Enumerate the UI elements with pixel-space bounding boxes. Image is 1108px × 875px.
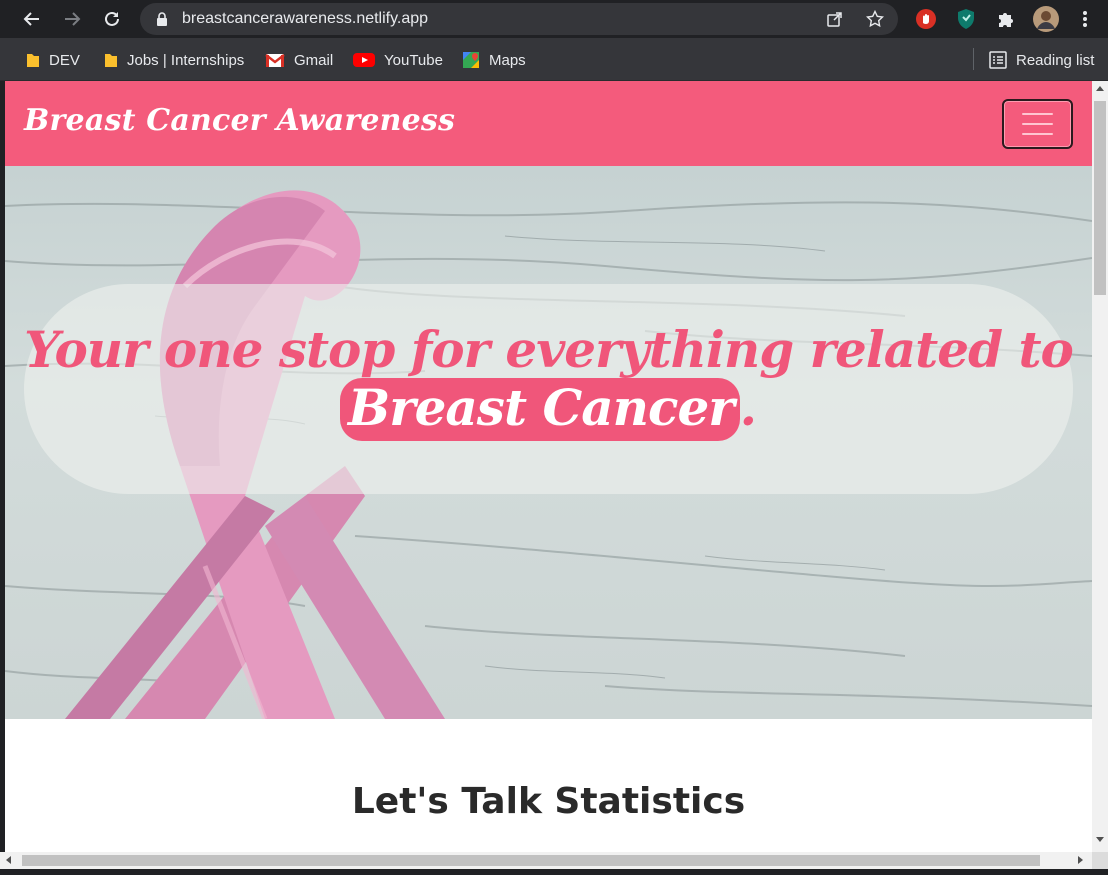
kebab-menu-icon[interactable] (1071, 5, 1099, 33)
star-icon[interactable] (864, 8, 886, 30)
hero-trailing-period: . (739, 378, 758, 437)
scrollbar-corner (1092, 852, 1108, 869)
hamburger-line (1022, 133, 1053, 135)
hero-section: Your one stop for everything related to … (5, 166, 1092, 719)
bookmark-label: YouTube (384, 51, 443, 69)
maps-icon (462, 51, 480, 69)
navbar-toggler-button[interactable] (1002, 99, 1073, 149)
address-bar[interactable]: breastcancerawareness.netlify.app (140, 3, 898, 35)
lock-icon[interactable] (156, 12, 168, 31)
vertical-scroll-thumb[interactable] (1094, 101, 1106, 295)
gmail-icon (265, 53, 285, 68)
horizontal-scroll-thumb[interactable] (22, 855, 1040, 866)
folder-icon (104, 52, 118, 68)
reading-list-label: Reading list (1016, 51, 1095, 69)
share-icon[interactable] (824, 8, 846, 30)
horizontal-scrollbar[interactable] (0, 852, 1092, 869)
url-text[interactable]: breastcancerawareness.netlify.app (182, 10, 428, 28)
back-icon[interactable] (18, 5, 46, 33)
bookmark-youtube[interactable]: YouTube (353, 49, 443, 71)
bookmark-gmail[interactable]: Gmail (265, 49, 333, 71)
window-bottom-edge (0, 869, 1108, 875)
bookmark-label: Gmail (294, 51, 334, 69)
bookmarks-bar: DEV Jobs | Internships Gmail YouTube Map… (0, 38, 1108, 81)
forward-icon[interactable] (58, 5, 86, 33)
bookmark-label: Maps (489, 51, 526, 69)
statistics-heading: Let's Talk Statistics (351, 781, 746, 822)
vertical-scrollbar[interactable] (1092, 81, 1108, 852)
scroll-right-icon[interactable] (1078, 856, 1083, 864)
hamburger-line (1022, 113, 1053, 115)
bookmark-maps[interactable]: Maps (462, 49, 526, 71)
adblock-icon[interactable] (912, 5, 940, 33)
extension-shield-icon[interactable] (952, 5, 980, 33)
reload-icon[interactable] (98, 5, 126, 33)
scroll-left-icon[interactable] (6, 856, 11, 864)
puzzle-icon[interactable] (992, 5, 1020, 33)
bookmark-dev[interactable]: DEV (26, 49, 80, 71)
hero-headline: Your one stop for everything related to (24, 320, 1074, 379)
scroll-down-icon[interactable] (1096, 837, 1104, 842)
bookmark-label: DEV (49, 51, 80, 69)
folder-icon (26, 52, 40, 68)
reading-list-icon (989, 51, 1007, 69)
browser-toolbar: breastcancerawareness.netlify.app (0, 0, 1108, 38)
scroll-up-icon[interactable] (1096, 86, 1104, 91)
hero-headline-line2: Breast Cancer. (5, 378, 1092, 441)
site-navbar: Breast Cancer Awareness (5, 81, 1092, 166)
site-brand[interactable]: Breast Cancer Awareness (24, 103, 455, 138)
reading-list-button[interactable]: Reading list (989, 49, 1094, 71)
youtube-icon (353, 52, 375, 68)
page-viewport: Breast Cancer Awareness Your one stop fo… (5, 81, 1092, 852)
hero-highlight: Breast Cancer (339, 378, 740, 441)
hamburger-line (1022, 123, 1053, 125)
bookmark-label: Jobs | Internships (127, 51, 245, 69)
bookmarks-divider (973, 48, 974, 70)
profile-avatar[interactable] (1032, 5, 1060, 33)
bookmark-jobs[interactable]: Jobs | Internships (104, 49, 244, 71)
